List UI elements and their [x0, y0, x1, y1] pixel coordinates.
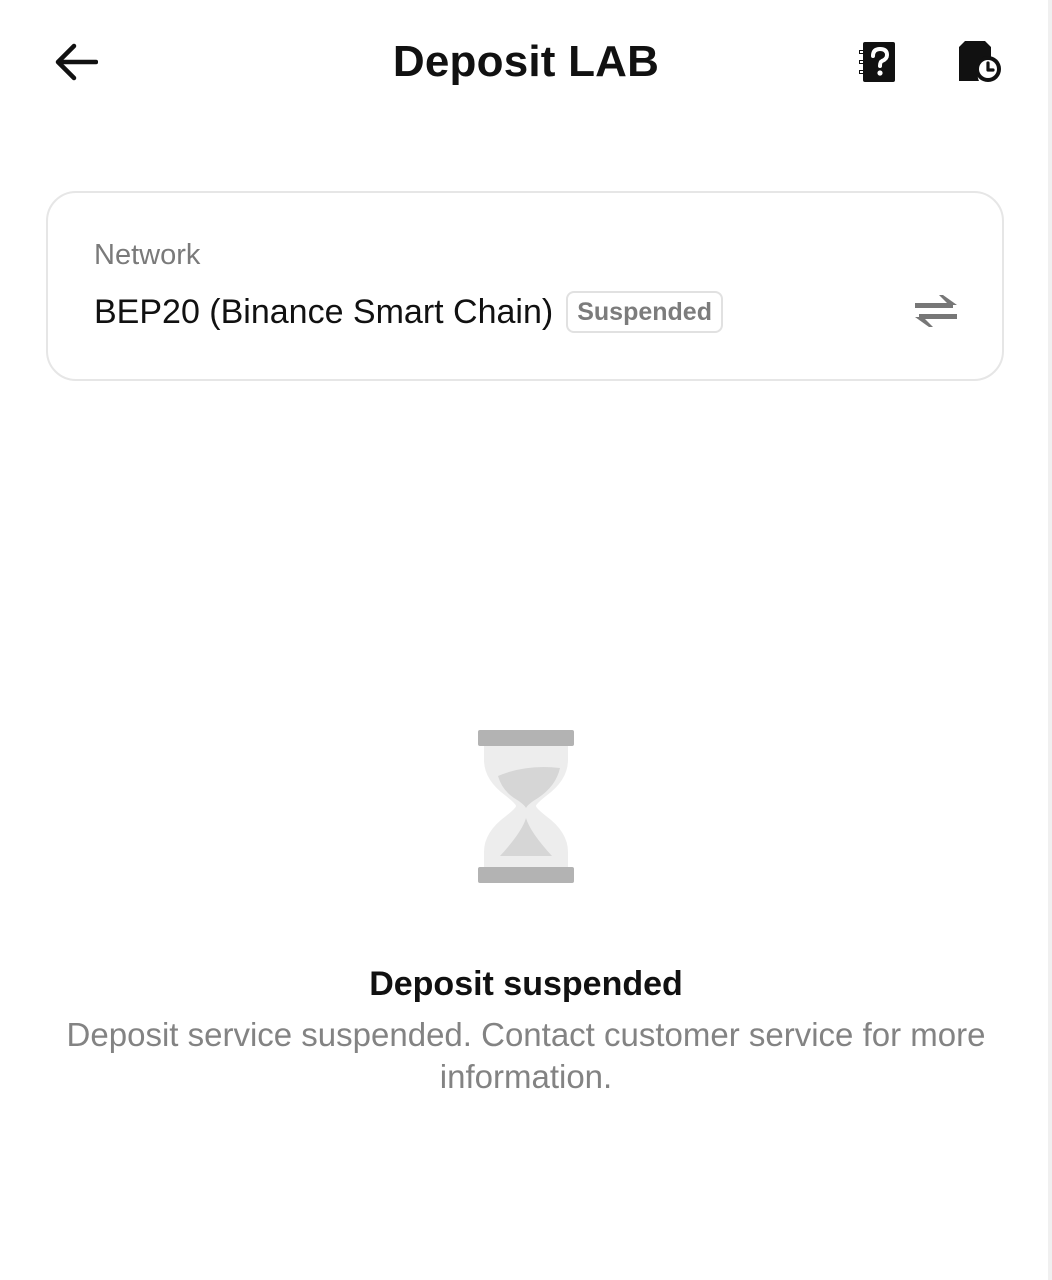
file-clock-icon — [959, 41, 1001, 82]
switch-network-button[interactable] — [912, 289, 960, 333]
faq-button[interactable] — [856, 38, 902, 86]
scroll-edge — [1048, 0, 1052, 1280]
swap-arrows-icon — [915, 295, 957, 327]
network-label: Network — [94, 239, 201, 271]
empty-state-description: Deposit service suspended. Contact custo… — [66, 1016, 986, 1095]
status-badge: Suspended — [566, 291, 723, 333]
history-button[interactable] — [952, 38, 1006, 86]
network-name: BEP20 (Binance Smart Chain) — [94, 293, 554, 331]
network-value-row: BEP20 (Binance Smart Chain) Suspended — [94, 289, 723, 335]
top-bar: Deposit LAB — [0, 0, 1052, 124]
network-selector-card[interactable]: Network BEP20 (Binance Smart Chain) Susp… — [46, 191, 1004, 381]
empty-state-title: Deposit suspended — [369, 965, 683, 1003]
hourglass-icon — [476, 728, 576, 886]
question-doc-icon — [859, 42, 895, 82]
